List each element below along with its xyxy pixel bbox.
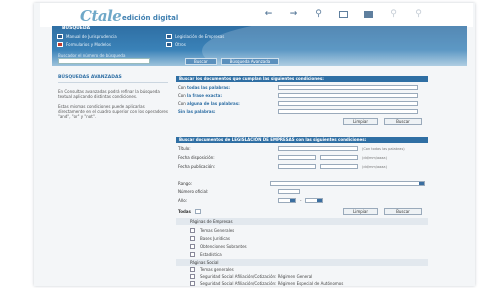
fecha-publicacion-from[interactable] (278, 164, 316, 169)
checkbox-icon (190, 244, 195, 249)
list-item[interactable]: Seguridad Social Afiliación/Cotización: … (190, 274, 312, 279)
limpiar-button[interactable]: Limpiar (343, 118, 378, 125)
chevron-down-icon (419, 182, 424, 185)
checkbox-icon (190, 281, 195, 286)
list-item[interactable]: Temas Generales (190, 228, 234, 233)
todas-palabras-input[interactable] (278, 85, 418, 90)
checkbox-icon (190, 236, 195, 241)
row-fecha-publicacion: Fecha publicación: (dd/mm/aaaa) (178, 164, 387, 169)
list-item[interactable]: Estadística (190, 252, 222, 257)
row-frase-exacta: Con la frase exacta: (178, 93, 418, 98)
checkbox-icon (190, 228, 195, 233)
checkbox-icon (190, 274, 195, 279)
titulo-note: (Con todas las palabras) (362, 146, 405, 151)
checkbox-icon (57, 42, 63, 47)
logo-subtitle: edición digital (122, 14, 179, 22)
toolbar-icons: ← → ⚲ ⚲ ⚲ (262, 9, 437, 23)
back-arrow-icon[interactable]: ← (262, 9, 275, 19)
box1-header: Buscar los documentos que cumplan las si… (176, 76, 428, 82)
row-alguna-palabras: Con alguna de las palabras: (178, 101, 418, 106)
limpiar-button-2[interactable]: Limpiar (343, 208, 378, 215)
checkbox-icon (166, 42, 172, 47)
row-todas: Todas (178, 209, 201, 214)
rango-select[interactable] (270, 181, 425, 186)
checkbox-icon (57, 34, 63, 39)
row-anio: Año: - (178, 198, 324, 203)
section-social: Páginas Social (176, 259, 428, 266)
chevron-down-icon (290, 199, 295, 202)
zoom-out-icon[interactable]: ⚲ (387, 9, 400, 19)
row-fecha-disposicion: Fecha disposición: (dd/mm/aaaa) (178, 155, 387, 160)
checkbox-icon (190, 267, 195, 272)
list-item[interactable]: Seguridad Social Afiliación/Cotización: … (190, 281, 343, 286)
box2-header: Buscar documentos de LEGISLACIÓN DE EMPR… (176, 137, 428, 143)
category-legislacion[interactable]: Legislación de Empresas (166, 34, 224, 39)
fecha-publicacion-to[interactable] (320, 164, 358, 169)
numero-oficial-input[interactable] (278, 189, 300, 194)
todas-checkbox[interactable] (194, 209, 201, 214)
category-manual[interactable]: Manual de Jurisprudencia (57, 34, 117, 39)
row-numero: Número oficial: (178, 189, 300, 194)
left-panel-title: BÚSQUEDAS AVANZADAS (58, 75, 168, 83)
left-help-panel: BÚSQUEDAS AVANZADAS En Consultas avanzad… (58, 75, 168, 124)
fecha-disposicion-from[interactable] (278, 155, 316, 160)
logo-mark: Ctale (80, 7, 122, 25)
chevron-down-icon (317, 199, 323, 202)
titulo-input[interactable] (278, 146, 358, 151)
window-icon[interactable] (362, 9, 375, 19)
sin-palabras-input[interactable] (278, 109, 418, 114)
row-todas-palabras: Con todas las palabras: (178, 85, 418, 90)
section-empresas: Páginas de Empresas (176, 218, 428, 225)
buscar-button[interactable]: Buscar (384, 118, 422, 125)
buscar-button-2[interactable]: Buscar (384, 208, 422, 215)
row-titulo: Título: (Con todas las palabras) (178, 146, 405, 151)
list-item[interactable]: Bases Jurídicas (190, 236, 230, 241)
app-logo[interactable]: Ctale edición digital (42, 6, 232, 25)
anio-to-select[interactable] (305, 198, 324, 203)
help-paragraph: Estas mismas condiciones puede aplicarla… (58, 104, 168, 119)
print-icon[interactable] (337, 9, 350, 19)
search-number-input[interactable] (58, 58, 150, 64)
row-rango: Rango: (178, 181, 425, 186)
frase-exacta-input[interactable] (278, 93, 418, 98)
category-otros[interactable]: Otros (166, 42, 186, 47)
search-icon[interactable]: ⚲ (312, 9, 325, 19)
tab-buscar[interactable]: Buscar (185, 58, 217, 65)
forward-arrow-icon[interactable]: → (287, 9, 300, 19)
checkbox-icon (166, 34, 172, 39)
zoom-in-icon[interactable]: ⚲ (412, 9, 425, 19)
row-sin-palabras: Sin las palabras: (178, 109, 418, 114)
search-header-title: BUSQUEDA (62, 26, 91, 31)
tab-busqueda-avanzada[interactable]: Búsqueda Avanzada (220, 58, 280, 65)
anio-from-select[interactable] (278, 198, 296, 203)
list-item[interactable]: Obtenciones Sobrantes (190, 244, 247, 249)
checkbox-icon (190, 252, 195, 257)
alguna-palabras-input[interactable] (278, 101, 418, 106)
fecha-disposicion-to[interactable] (320, 155, 358, 160)
list-item[interactable]: Temas generales (190, 267, 234, 272)
help-paragraph: En Consultas avanzadas podrá refinar la … (58, 89, 160, 99)
category-formularios[interactable]: Formularios y Modelos (57, 42, 111, 47)
search-tabs: Buscar Búsqueda Avanzada (185, 58, 283, 65)
